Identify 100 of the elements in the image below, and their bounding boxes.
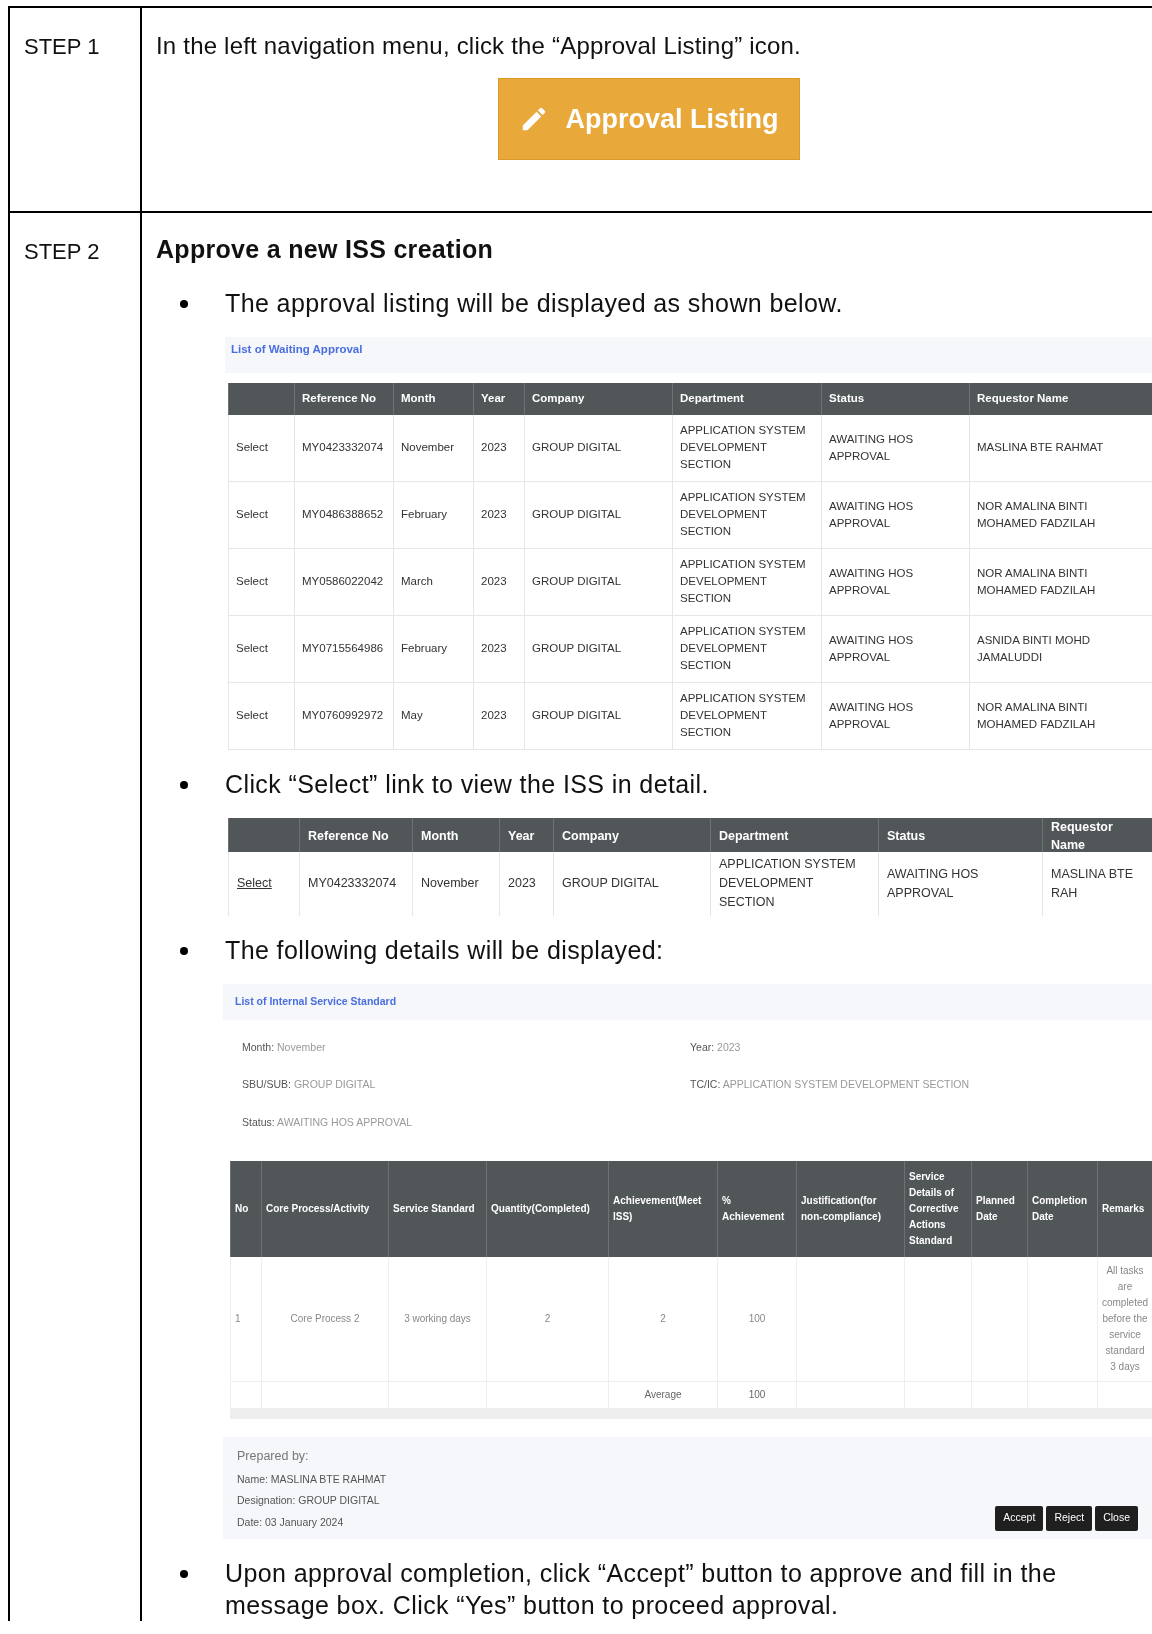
- table-cell: 2023: [473, 481, 524, 548]
- instruction-text: Upon approval completion, click “Accept” button to approve and fill in the message box. Click “Yes” button to proceed approval.: [225, 1557, 1058, 1621]
- select-link[interactable]: Select: [228, 682, 294, 749]
- panel-title: List of Internal Service Standard: [235, 993, 397, 1009]
- column-header: Core Process/Activity: [261, 1160, 388, 1257]
- table-cell: AWAITING HOS APPROVAL: [821, 548, 969, 615]
- select-link[interactable]: Select: [228, 615, 294, 682]
- table-cell-text: 2: [544, 1311, 551, 1326]
- table-cell-text: APPLICATION SYSTEM DEVELOPMENT SECTION: [719, 856, 857, 911]
- table-cell: AWAITING HOS APPROVAL: [821, 414, 969, 481]
- bullet-icon: [180, 780, 188, 789]
- column-header: Service Details of Corrective Actions Standard: [904, 1160, 971, 1257]
- table-cell-text: 1: [235, 1311, 241, 1326]
- table-cell: AWAITING HOS APPROVAL: [821, 615, 969, 682]
- column-header: Service Standard: [388, 1160, 486, 1257]
- column-header: Month: [393, 382, 473, 415]
- table-cell: MY0486388652: [294, 481, 393, 548]
- table-cell: AWAITING HOS APPROVAL: [821, 481, 969, 548]
- table-cell-text: MY0423332074: [308, 875, 397, 892]
- table-cell: GROUP DIGITAL: [524, 481, 672, 548]
- column-header: Status: [821, 382, 969, 415]
- table-cell: November: [393, 414, 473, 481]
- column-header: Completion Date: [1027, 1160, 1097, 1257]
- select-link[interactable]: Select: [228, 414, 294, 481]
- table-cell-text: GROUP DIGITAL: [562, 875, 659, 892]
- column-header: Reference No: [299, 817, 412, 855]
- table-cell: March: [393, 548, 473, 615]
- table-cell: MY0715564986: [294, 615, 393, 682]
- info-field: Status: AWAITING HOS APPROVAL: [242, 1115, 690, 1131]
- table-cell: GROUP DIGITAL: [524, 615, 672, 682]
- bullet-icon: [180, 946, 188, 955]
- table-cell: NOR AMALINA BINTI MOHAMED FADZILAH: [969, 481, 1152, 548]
- select-link[interactable]: Select: [237, 874, 272, 893]
- table-cell-text: Average: [644, 1387, 682, 1402]
- action-button[interactable]: Close: [1095, 1505, 1138, 1531]
- column-header: Planned Date: [971, 1160, 1027, 1257]
- table-cell-text: 3 working days: [404, 1311, 471, 1326]
- info-field: Month: November: [242, 1039, 690, 1056]
- table-cell-text: 100: [748, 1387, 766, 1402]
- table-cell-text: All tasks are completed before the service standard 3 days: [1101, 1263, 1149, 1374]
- column-header: Requestor Name: [969, 382, 1152, 415]
- prepared-by-detail: Name: MASLINA BTE RAHMAT: [237, 1471, 387, 1487]
- step-heading: Approve a new ISS creation: [156, 234, 495, 265]
- table-cell: APPLICATION SYSTEM DEVELOPMENT SECTION: [672, 682, 821, 749]
- column-header: % Achievement: [717, 1160, 796, 1257]
- table-cell: 2023: [473, 548, 524, 615]
- table-cell: MY0760992972: [294, 682, 393, 749]
- table-cell-text: 2: [660, 1311, 666, 1326]
- column-header: Requestor Name: [1042, 817, 1152, 855]
- instruction-text: The approval listing will be displayed as shown below.: [225, 287, 843, 319]
- table-cell: APPLICATION SYSTEM DEVELOPMENT SECTION: [672, 615, 821, 682]
- info-field: SBU/SUB: GROUP DIGITAL: [242, 1077, 690, 1093]
- prepared-by-detail: Date: 03 January 2024: [237, 1515, 345, 1530]
- table-cell-text: Core Process 2: [290, 1311, 360, 1326]
- table-cell-text: 100: [748, 1311, 766, 1326]
- table-cell-text: 2023: [508, 875, 536, 892]
- bullet-icon: [180, 299, 188, 308]
- table-cell: 2023: [473, 414, 524, 481]
- column-header: Achievement(Meet ISS): [608, 1160, 717, 1257]
- table-cell: APPLICATION SYSTEM DEVELOPMENT SECTION: [672, 481, 821, 548]
- table-cell: MY0423332074: [294, 414, 393, 481]
- column-header: Company: [524, 382, 672, 415]
- instruction-text: Click “Select” link to view the ISS in detail.: [225, 768, 709, 800]
- table-cell: AWAITING HOS APPROVAL: [821, 682, 969, 749]
- column-header: Year: [473, 382, 524, 415]
- instruction-text: In the left navigation menu, click the “Approval Listing” icon.: [156, 31, 802, 61]
- step-label: STEP 1: [24, 34, 100, 59]
- step-label: STEP 2: [24, 239, 100, 264]
- action-button[interactable]: Accept: [995, 1505, 1044, 1531]
- table-cell-text: MASLINA BTE RAH: [1051, 865, 1134, 902]
- column-header: Department: [672, 382, 821, 415]
- table-cell: 2023: [473, 615, 524, 682]
- table-cell: APPLICATION SYSTEM DEVELOPMENT SECTION: [672, 414, 821, 481]
- table-cell-text: AWAITING HOS APPROVAL: [887, 865, 980, 902]
- table-cell: NOR AMALINA BINTI MOHAMED FADZILAH: [969, 682, 1152, 749]
- table-cell: 2023: [473, 682, 524, 749]
- table-cell: February: [393, 481, 473, 548]
- column-header: Month: [412, 817, 499, 855]
- column-header: Status: [878, 817, 1042, 855]
- table-cell: GROUP DIGITAL: [524, 682, 672, 749]
- table-cell: NOR AMALINA BINTI MOHAMED FADZILAH: [969, 548, 1152, 615]
- select-link[interactable]: Select: [228, 481, 294, 548]
- table-cell: ASNIDA BINTI MOHD JAMALUDDI: [969, 615, 1152, 682]
- action-button[interactable]: Reject: [1046, 1505, 1093, 1531]
- instruction-text: The following details will be displayed:: [225, 934, 664, 966]
- table-cell: MY0586022042: [294, 548, 393, 615]
- table-cell: February: [393, 615, 473, 682]
- column-header: Reference No: [294, 382, 393, 415]
- table-cell: May: [393, 682, 473, 749]
- column-header: Company: [553, 817, 710, 855]
- table-cell: MASLINA BTE RAHMAT: [969, 414, 1152, 481]
- column-header: Remarks: [1097, 1160, 1152, 1257]
- column-header: Department: [710, 817, 878, 855]
- column-header: No: [230, 1160, 261, 1257]
- bullet-icon: [180, 1569, 188, 1578]
- prepared-by-detail: Designation: GROUP DIGITAL: [237, 1493, 381, 1509]
- column-header: Year: [499, 817, 553, 855]
- select-link[interactable]: Select: [228, 548, 294, 615]
- table-cell-text: November: [421, 875, 479, 892]
- table-cell: GROUP DIGITAL: [524, 414, 672, 481]
